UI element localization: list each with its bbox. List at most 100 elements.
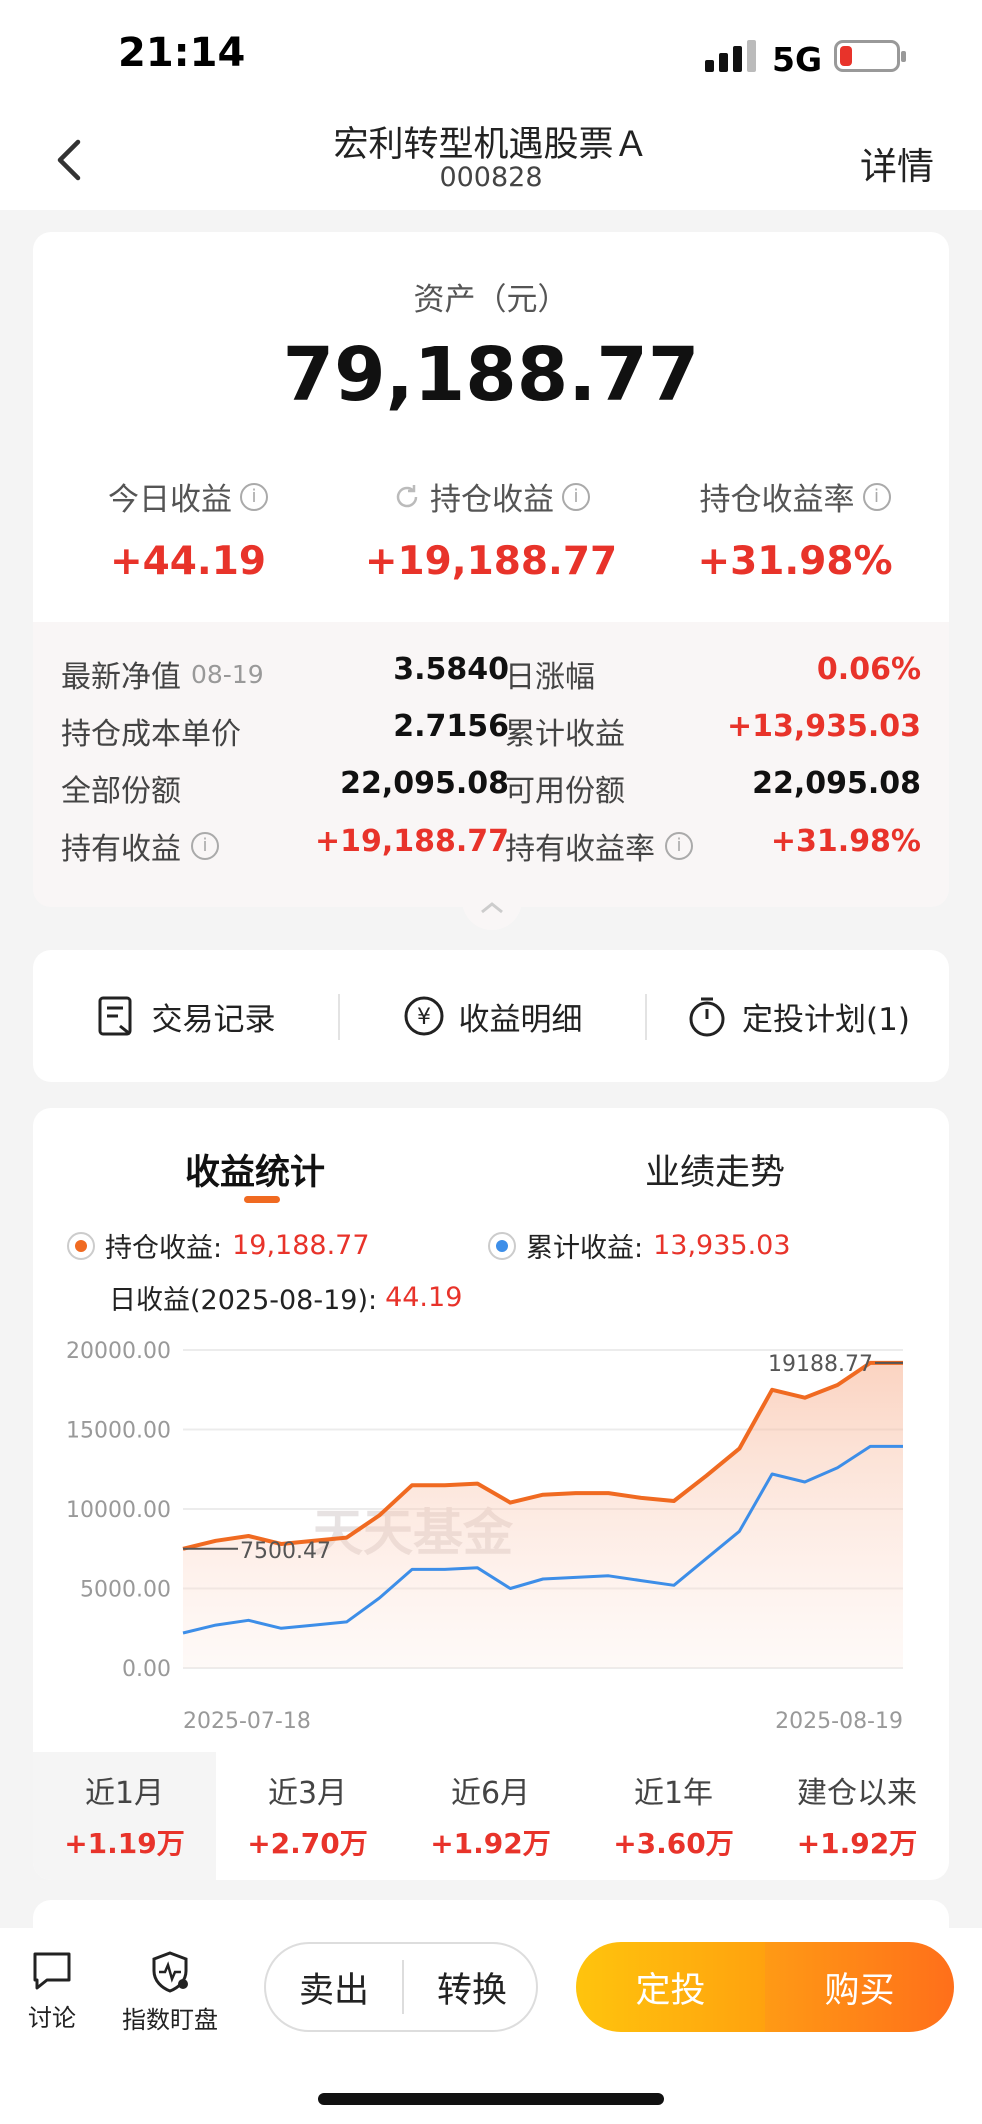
period-value: +1.92万 bbox=[796, 1827, 918, 1860]
hold-rate-value: +31.98% bbox=[770, 824, 921, 859]
refresh-icon[interactable] bbox=[392, 482, 422, 512]
index-watch-label: 指数盯盘 bbox=[122, 2006, 218, 2034]
receipt-icon bbox=[98, 996, 131, 1036]
legend-daily-label: 日收益(2025-08-19): bbox=[109, 1285, 378, 1316]
holding-rate-value: +31.98% bbox=[697, 539, 893, 584]
radio-dot-icon bbox=[488, 1231, 516, 1260]
period-1y[interactable]: 近1年 +3.60万 bbox=[582, 1752, 765, 1880]
available-shares-value: 22,095.08 bbox=[752, 766, 921, 801]
nav-value: 3.5840 bbox=[393, 652, 509, 687]
cost-value: 2.7156 bbox=[393, 709, 509, 744]
today-profit: 今日收益 i +44.19 bbox=[38, 474, 338, 584]
period-label: 建仓以来 bbox=[797, 1776, 917, 1811]
available-shares-label: 可用份额 bbox=[505, 774, 625, 809]
trade-records-label: 交易记录 bbox=[151, 1001, 276, 1038]
detail-grid: 最新净值 08-19 3.5840 日涨幅 0.06% 持仓成本单价 2.7156… bbox=[33, 622, 949, 907]
legend-holding-value: 19,188.77 bbox=[232, 1230, 370, 1261]
timer-icon bbox=[689, 997, 725, 1037]
info-icon[interactable]: i bbox=[665, 832, 693, 860]
chart-card: 收益统计 业绩走势 持仓收益: 19,188.77 累计收益: 13,935.0… bbox=[33, 1108, 949, 1880]
period-since-inception[interactable]: 建仓以来 +1.92万 bbox=[765, 1752, 949, 1880]
discuss-label: 讨论 bbox=[28, 2004, 76, 2032]
buy-button[interactable]: 购买 bbox=[765, 1942, 954, 2032]
signal-icon bbox=[705, 40, 757, 72]
collapse-button[interactable] bbox=[462, 890, 522, 930]
home-indicator bbox=[318, 2093, 664, 2105]
period-1m[interactable]: 近1月 +1.19万 bbox=[33, 1752, 216, 1880]
y-tick-label: 15000.00 bbox=[66, 1419, 171, 1444]
period-value: +1.19万 bbox=[64, 1827, 185, 1860]
tab-performance[interactable]: 业绩走势 bbox=[645, 1144, 785, 1195]
cost-label: 持仓成本单价 bbox=[61, 717, 241, 752]
auto-invest-plan-button[interactable]: 定投计划(1) bbox=[647, 950, 949, 1082]
auto-invest-button[interactable]: 定投 bbox=[576, 1942, 765, 2032]
detail-row: 全部份额 22,095.08 可用份额 22,095.08 bbox=[33, 766, 949, 816]
radio-dot-icon bbox=[67, 1231, 95, 1260]
info-icon[interactable]: i bbox=[240, 482, 268, 511]
legend-daily: 日收益(2025-08-19): 44.19 bbox=[109, 1278, 462, 1317]
info-icon[interactable]: i bbox=[191, 832, 219, 860]
index-watch-button[interactable]: 指数盯盘 bbox=[118, 1950, 222, 2035]
nav-bar: 宏利转型机遇股票Ａ 000828 详情 bbox=[0, 110, 982, 210]
series-area-holding bbox=[183, 1362, 903, 1668]
sell-button[interactable]: 卖出 bbox=[266, 1944, 402, 2030]
annotation-end-label: 19188.77 bbox=[768, 1352, 873, 1377]
daily-change-value: 0.06% bbox=[816, 652, 921, 687]
y-tick-label: 5000.00 bbox=[80, 1578, 171, 1603]
daily-change-label: 日涨幅 bbox=[505, 660, 595, 695]
nav-value-label: 最新净值 bbox=[61, 660, 181, 695]
shield-pulse-icon bbox=[152, 1951, 188, 1993]
shares-value: 22,095.08 bbox=[340, 766, 509, 801]
annotation-start-label: 7500.47 bbox=[240, 1539, 331, 1564]
y-tick-label: 0.00 bbox=[122, 1657, 171, 1682]
hold-rate-label: 持有收益率 bbox=[505, 832, 655, 867]
convert-button[interactable]: 转换 bbox=[404, 1944, 540, 2030]
profit-chart[interactable]: 20000.0015000.0010000.005000.000.00 天天基金… bbox=[33, 1328, 949, 1748]
period-3m[interactable]: 近3月 +2.70万 bbox=[216, 1752, 399, 1880]
holding-profit-value: +19,188.77 bbox=[364, 539, 618, 584]
trade-records-button[interactable]: 交易记录 bbox=[33, 950, 338, 1082]
buy-group: 定投 购买 bbox=[576, 1942, 954, 2032]
tab-underline bbox=[244, 1196, 280, 1203]
profit-details-button[interactable]: ¥ 收益明细 bbox=[340, 950, 645, 1082]
detail-button[interactable]: 详情 bbox=[860, 136, 934, 190]
period-6m[interactable]: 近6月 +1.92万 bbox=[399, 1752, 582, 1880]
legend-daily-value: 44.19 bbox=[385, 1282, 463, 1313]
period-label: 近3月 bbox=[267, 1776, 348, 1811]
auto-invest-plan-label: 定投计划(1) bbox=[742, 1001, 910, 1038]
chevron-up-icon bbox=[481, 902, 503, 914]
period-value: +1.92万 bbox=[430, 1827, 551, 1860]
actions-card: 交易记录 ¥ 收益明细 定投计划(1) bbox=[33, 950, 949, 1082]
info-icon[interactable]: i bbox=[862, 482, 891, 511]
sell-convert-group: 卖出 转换 bbox=[264, 1942, 538, 2032]
chat-icon bbox=[33, 1952, 71, 1990]
x-axis-end: 2025-08-19 bbox=[775, 1709, 903, 1734]
y-tick-label: 20000.00 bbox=[66, 1339, 171, 1364]
x-axis-start: 2025-07-18 bbox=[183, 1709, 311, 1734]
period-label: 近1月 bbox=[84, 1776, 165, 1811]
discuss-button[interactable]: 讨论 bbox=[24, 1950, 80, 2033]
status-time: 21:14 bbox=[118, 30, 246, 76]
network-label: 5G bbox=[772, 40, 823, 79]
svg-text:¥: ¥ bbox=[417, 1005, 431, 1030]
holding-profit-label: 持仓收益 bbox=[430, 482, 554, 518]
today-profit-label: 今日收益 bbox=[108, 482, 232, 518]
today-profit-value: +44.19 bbox=[109, 539, 267, 584]
holding-rate: 持仓收益率 i +31.98% bbox=[645, 474, 945, 584]
nav-date: 08-19 bbox=[191, 659, 264, 689]
period-value: +2.70万 bbox=[247, 1827, 368, 1860]
tab-profit-stats[interactable]: 收益统计 bbox=[185, 1144, 325, 1195]
fund-name: 宏利转型机遇股票Ａ bbox=[333, 125, 649, 165]
legend-holding-label: 持仓收益: bbox=[105, 1233, 223, 1264]
legend-cumulative[interactable]: 累计收益: 13,935.03 bbox=[488, 1226, 791, 1265]
legend-holding[interactable]: 持仓收益: 19,188.77 bbox=[67, 1226, 370, 1265]
hold-profit-label: 持有收益 bbox=[61, 832, 181, 867]
status-bar: 21:14 5G bbox=[0, 0, 982, 110]
legend-cumulative-label: 累计收益: bbox=[526, 1233, 644, 1264]
holding-rate-label: 持仓收益率 bbox=[699, 482, 855, 518]
yen-icon: ¥ bbox=[404, 996, 443, 1036]
info-icon[interactable]: i bbox=[562, 482, 590, 511]
battery-icon bbox=[834, 40, 906, 72]
period-label: 近6月 bbox=[450, 1776, 531, 1811]
asset-card: 资产（元） 79,188.77 今日收益 i +44.19 持仓收益 i +19,1… bbox=[33, 232, 949, 622]
